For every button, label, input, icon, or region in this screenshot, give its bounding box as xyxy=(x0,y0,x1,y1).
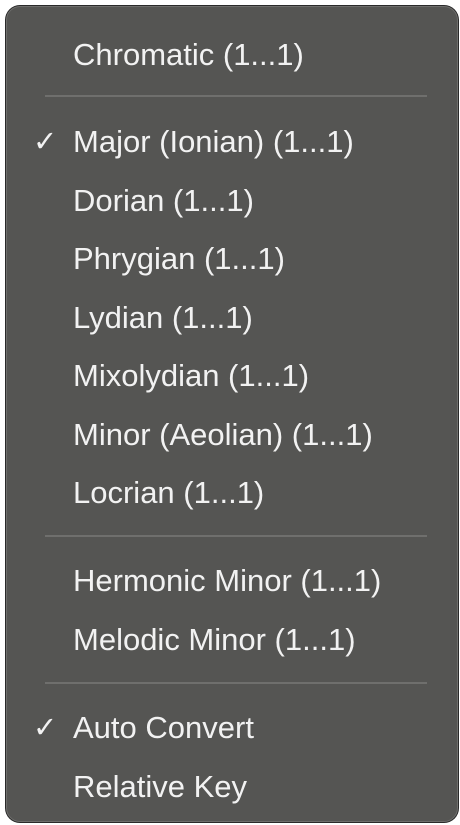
menu-item-phrygian[interactable]: Phrygian (1...1) xyxy=(7,231,457,287)
checkmark-icon: ✓ xyxy=(33,126,58,158)
menu-item-label: Locrian (1...1) xyxy=(73,475,265,510)
menu-separator xyxy=(45,535,427,537)
menu-item-lydian[interactable]: Lydian (1...1) xyxy=(7,290,457,346)
menu-item-label: Melodic Minor (1...1) xyxy=(73,622,356,657)
menu-item-chromatic[interactable]: Chromatic (1...1) xyxy=(7,27,457,83)
menu-item-label: Dorian (1...1) xyxy=(73,183,254,218)
menu-item-melodic-minor[interactable]: Melodic Minor (1...1) xyxy=(7,612,457,668)
menu-separator xyxy=(45,95,427,97)
menu-item-label: Phrygian (1...1) xyxy=(73,241,285,276)
menu-item-locrian[interactable]: Locrian (1...1) xyxy=(7,465,457,521)
checkmark-icon: ✓ xyxy=(33,712,58,744)
menu-item-label: Minor (Aeolian) (1...1) xyxy=(73,417,373,452)
menu-item-label: Major (Ionian) (1...1) xyxy=(73,124,354,159)
menu-item-mixolydian[interactable]: Mixolydian (1...1) xyxy=(7,348,457,404)
menu-item-auto-convert[interactable]: ✓ Auto Convert xyxy=(7,700,457,756)
menu-item-harmonic-minor[interactable]: Hermonic Minor (1...1) xyxy=(7,553,457,609)
menu-item-major-ionian[interactable]: ✓ Major (Ionian) (1...1) xyxy=(7,114,457,170)
menu-item-label: Hermonic Minor (1...1) xyxy=(73,563,382,598)
menu-item-label: Auto Convert xyxy=(73,710,254,745)
menu-separator xyxy=(45,682,427,684)
menu-item-label: Mixolydian (1...1) xyxy=(73,358,310,393)
menu-item-relative-key[interactable]: Relative Key xyxy=(7,759,457,815)
menu-item-label: Chromatic (1...1) xyxy=(73,37,304,72)
menu-item-label: Lydian (1...1) xyxy=(73,300,253,335)
menu-item-minor-aeolian[interactable]: Minor (Aeolian) (1...1) xyxy=(7,407,457,463)
scale-menu: Chromatic (1...1) ✓ Major (Ionian) (1...… xyxy=(6,6,458,822)
menu-item-dorian[interactable]: Dorian (1...1) xyxy=(7,173,457,229)
menu-item-label: Relative Key xyxy=(73,769,248,804)
